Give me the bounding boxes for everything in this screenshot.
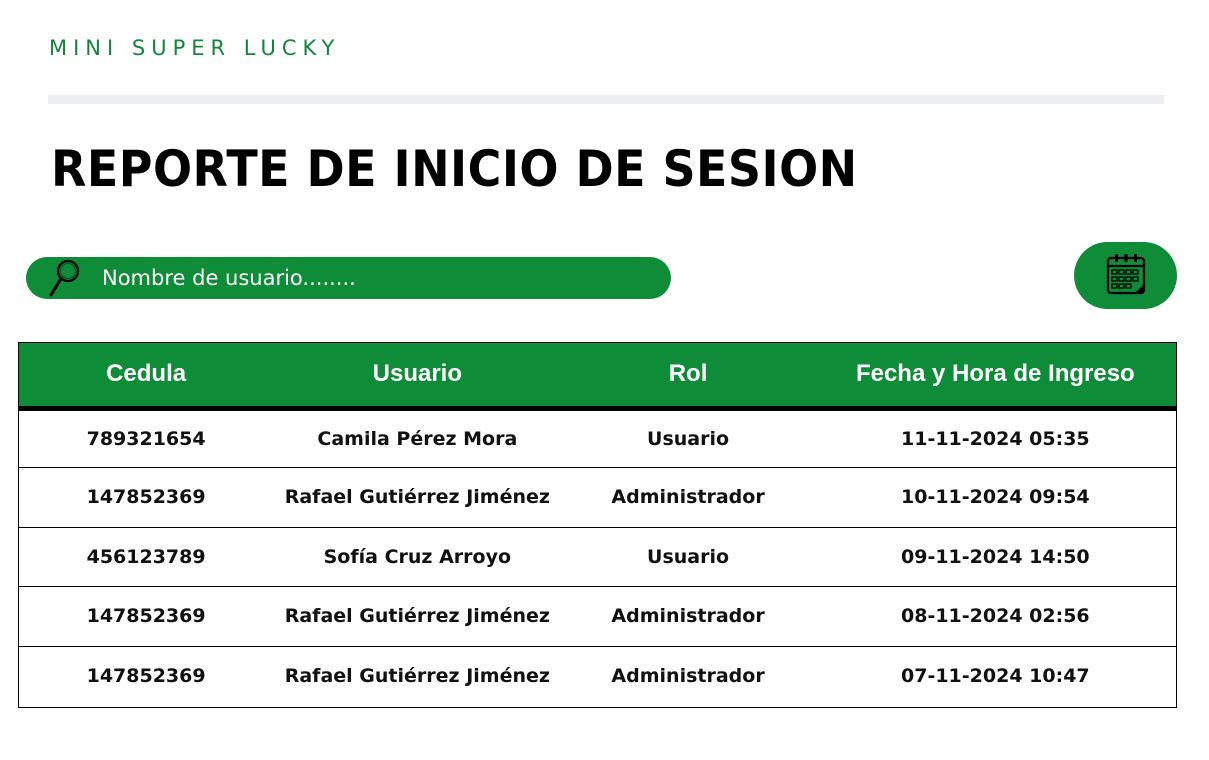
column-header-fecha-hora[interactable]: Fecha y Hora de Ingreso bbox=[814, 343, 1176, 411]
calendar-icon bbox=[1105, 252, 1147, 299]
search-bar[interactable] bbox=[26, 257, 671, 299]
table-row[interactable]: 147852369 Rafael Gutiérrez Jiménez Admin… bbox=[19, 587, 1176, 646]
username-search-input[interactable] bbox=[102, 257, 642, 299]
cell-cedula: 456123789 bbox=[86, 545, 206, 568]
cell-usuario: Camila Pérez Mora bbox=[317, 427, 518, 450]
cell-rol: Administrador bbox=[611, 486, 765, 509]
brand-name: MINI SUPER LUCKY bbox=[49, 36, 341, 60]
header-divider bbox=[48, 95, 1164, 104]
cell-fecha-hora: 09-11-2024 14:50 bbox=[901, 545, 1090, 568]
cell-usuario: Rafael Gutiérrez Jiménez bbox=[284, 665, 550, 687]
cell-usuario: Rafael Gutiérrez Jiménez bbox=[284, 486, 550, 509]
table-row[interactable]: 456123789 Sofía Cruz Arroyo Usuario 09-1… bbox=[19, 527, 1176, 587]
column-header-rol[interactable]: Rol bbox=[561, 343, 815, 411]
login-report-table: Cedula Usuario Rol Fecha y Hora de Ingre… bbox=[18, 342, 1177, 708]
table-row[interactable]: 147852369 Rafael Gutiérrez Jiménez Admin… bbox=[19, 468, 1176, 527]
cell-usuario: Rafael Gutiérrez Jiménez bbox=[284, 605, 550, 628]
cell-rol: Administrador bbox=[611, 605, 765, 628]
magnifier-icon[interactable] bbox=[46, 257, 84, 299]
cell-fecha-hora: 07-11-2024 10:47 bbox=[901, 665, 1090, 687]
cell-rol: Administrador bbox=[611, 665, 765, 687]
table-row[interactable]: 789321654 Camila Pérez Mora Usuario 11-1… bbox=[19, 408, 1176, 468]
table-row[interactable]: 147852369 Rafael Gutiérrez Jiménez Admin… bbox=[19, 646, 1176, 706]
cell-fecha-hora: 10-11-2024 09:54 bbox=[901, 486, 1090, 509]
calendar-filter-button[interactable] bbox=[1074, 242, 1177, 309]
cell-cedula: 789321654 bbox=[86, 427, 206, 450]
cell-usuario: Sofía Cruz Arroyo bbox=[323, 545, 512, 568]
page-title: REPORTE DE INICIO DE SESION bbox=[51, 140, 858, 198]
column-header-cedula[interactable]: Cedula bbox=[19, 343, 274, 411]
cell-rol: Usuario bbox=[647, 427, 730, 450]
column-header-usuario[interactable]: Usuario bbox=[273, 343, 562, 411]
cell-cedula: 147852369 bbox=[86, 605, 206, 628]
cell-fecha-hora: 11-11-2024 05:35 bbox=[901, 427, 1090, 450]
cell-cedula: 147852369 bbox=[86, 486, 206, 509]
cell-fecha-hora: 08-11-2024 02:56 bbox=[901, 605, 1090, 628]
cell-rol: Usuario bbox=[647, 545, 730, 568]
cell-cedula: 147852369 bbox=[86, 665, 206, 687]
table-header-row: Cedula Usuario Rol Fecha y Hora de Ingre… bbox=[19, 343, 1176, 411]
